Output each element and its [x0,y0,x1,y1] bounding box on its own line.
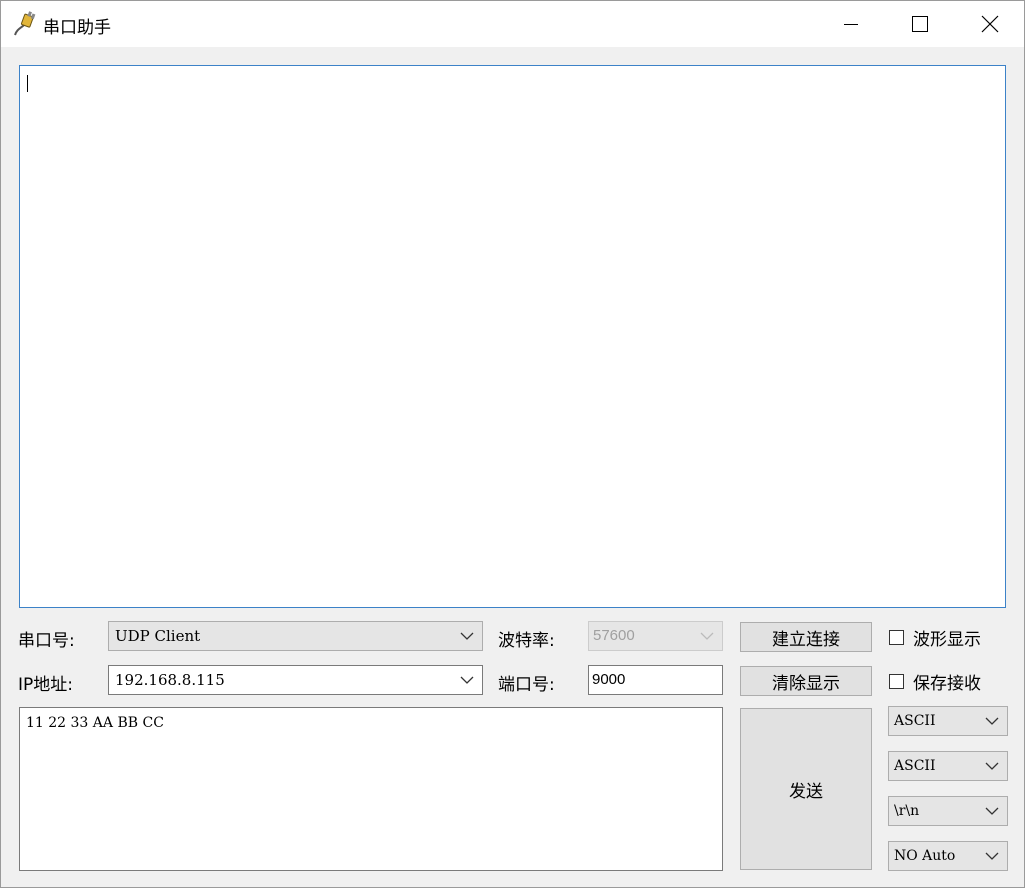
netport-input[interactable]: 9000 [588,665,723,695]
chevron-down-icon [700,632,714,640]
ip-label: IP地址: [18,675,73,695]
connect-button[interactable]: 建立连接 [740,622,872,652]
maximize-button[interactable] [885,1,955,47]
ip-value: 192.168.8.115 [115,671,225,689]
maximize-icon [912,16,928,32]
baud-value: 57600 [593,627,635,644]
receive-format-value: ASCII [894,713,936,729]
connect-button-label: 建立连接 [772,629,840,650]
port-value: UDP Client [115,627,201,645]
chevron-down-icon [985,717,999,725]
save-receive-checkbox-label: 保存接收 [913,674,981,694]
minimize-icon [844,24,858,25]
close-button[interactable] [955,1,1025,47]
ip-select[interactable]: 192.168.8.115 [108,665,483,695]
send-content: 11 22 33 AA BB CC [26,715,164,731]
baud-select[interactable]: 57600 [588,621,723,651]
waveform-checkbox-box[interactable] [889,630,904,645]
send-button[interactable]: 发送 [740,708,872,870]
netport-label: 端口号: [498,675,555,695]
save-receive-checkbox[interactable]: 保存接收 [889,669,981,694]
waveform-checkbox[interactable]: 波形显示 [889,625,981,650]
chevron-down-icon [460,632,474,640]
send-button-label: 发送 [789,781,823,802]
receive-textarea[interactable] [19,65,1006,608]
send-textarea[interactable]: 11 22 33 AA BB CC [19,707,723,871]
send-format-select[interactable]: ASCII [888,751,1008,781]
chevron-down-icon [460,676,474,684]
clear-button-label: 清除显示 [772,673,840,694]
text-caret [27,75,28,92]
auto-send-select[interactable]: NO Auto [888,841,1008,871]
port-label: 串口号: [18,631,75,651]
window-title: 串口助手 [43,18,111,38]
close-icon [981,15,999,33]
minimize-button[interactable] [816,1,886,47]
waveform-checkbox-label: 波形显示 [913,630,981,650]
clear-button[interactable]: 清除显示 [740,666,872,696]
serial-cable-icon [12,11,36,37]
chevron-down-icon [985,762,999,770]
baud-label: 波特率: [498,631,555,651]
chevron-down-icon [985,852,999,860]
chevron-down-icon [985,807,999,815]
line-ending-value: \r\n [894,803,920,819]
netport-value: 9000 [592,671,626,688]
auto-send-value: NO Auto [894,848,956,864]
port-select[interactable]: UDP Client [108,621,483,651]
receive-format-select[interactable]: ASCII [888,706,1008,736]
app-window: 串口助手 串口号: UDP Client 波特率: 57600 建立连接 波形显… [0,0,1025,888]
line-ending-select[interactable]: \r\n [888,796,1008,826]
save-receive-checkbox-box[interactable] [889,674,904,689]
send-format-value: ASCII [894,758,936,774]
title-bar[interactable]: 串口助手 [1,1,1024,47]
